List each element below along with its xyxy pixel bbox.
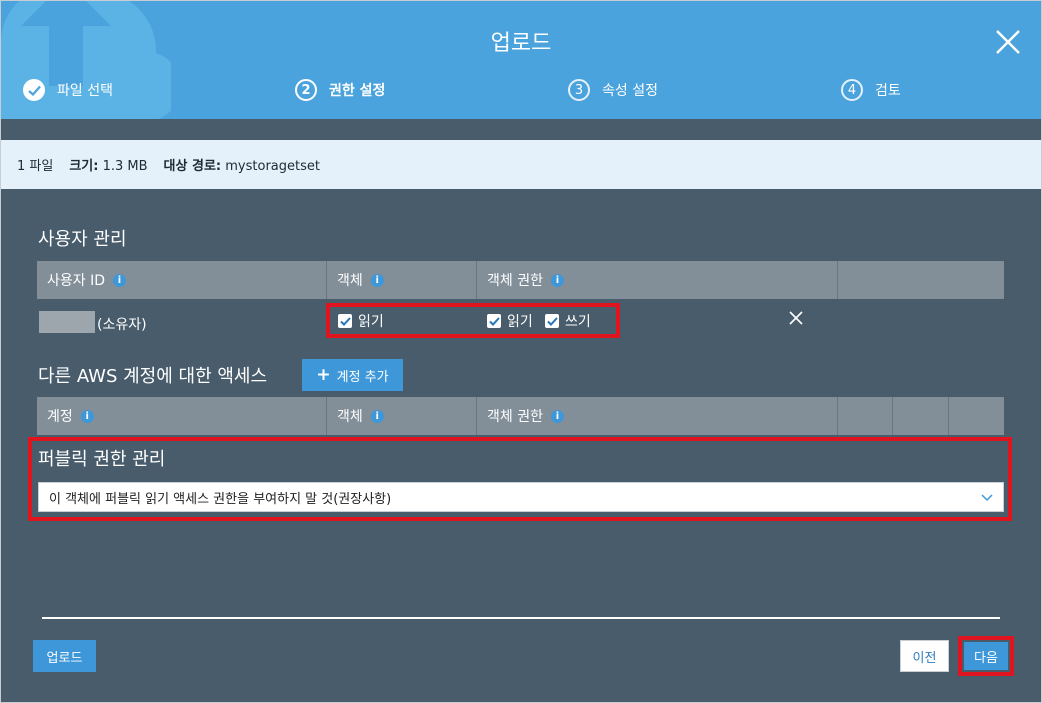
column-empty <box>893 397 949 435</box>
column-object-permissions: 객체 권한 i <box>477 261 838 299</box>
public-permissions-select[interactable]: 이 객체에 퍼블릭 읽기 액세스 권한을 부여하지 말 것(권장사항) <box>38 482 1004 512</box>
checkbox-checked-icon <box>338 314 352 328</box>
remove-icon[interactable] <box>789 311 803 325</box>
step-select-files[interactable]: 파일 선택 <box>23 79 113 101</box>
info-icon[interactable]: i <box>550 273 564 287</box>
step-label: 속성 설정 <box>602 83 658 99</box>
other-accounts-title: 다른 AWS 계정에 대한 액세스 <box>38 366 268 387</box>
column-object: 객체 i <box>327 397 477 435</box>
step-set-properties[interactable]: 3 속성 설정 <box>568 79 658 101</box>
size-label: 크기: <box>69 159 99 174</box>
column-object: 객체 i <box>327 261 477 299</box>
previous-button[interactable]: 이전 <box>900 640 949 672</box>
public-permissions-title: 퍼블릭 권한 관리 <box>38 449 166 470</box>
info-icon[interactable]: i <box>370 273 384 287</box>
checkbox-checked-icon <box>487 314 501 328</box>
accounts-table-header: 계정 i 객체 i 객체 권한 i <box>37 397 1004 435</box>
add-account-button[interactable]: + 계정 추가 <box>302 359 403 391</box>
size-value: 1.3 MB <box>102 159 148 174</box>
permission-read-checkbox[interactable]: 읽기 <box>487 311 533 331</box>
column-empty <box>838 397 893 435</box>
object-read-checkbox[interactable]: 읽기 <box>338 311 384 331</box>
plus-icon: + <box>316 365 331 385</box>
user-management-title: 사용자 관리 <box>38 229 127 250</box>
user-table-header: 사용자 ID i 객체 i 객체 권한 i <box>37 261 1004 299</box>
step-label: 검토 <box>875 83 901 99</box>
step-number: 4 <box>841 79 863 101</box>
dialog-header: 업로드 파일 선택 2 권한 설정 3 속성 설정 4 검토 <box>1 1 1041 119</box>
column-account: 계정 i <box>37 397 327 435</box>
chevron-down-icon <box>981 494 993 502</box>
next-button[interactable]: 다음 <box>964 642 1008 670</box>
upload-button[interactable]: 업로드 <box>33 640 96 672</box>
step-label: 파일 선택 <box>57 83 113 99</box>
checkmark-icon <box>23 79 45 101</box>
footer-divider <box>42 617 1000 619</box>
column-empty <box>838 261 1004 299</box>
upload-summary-bar: 1 파일 크기: 1.3 MB 대상 경로: mystoragetset <box>1 140 1041 189</box>
file-count: 1 파일 <box>17 159 54 174</box>
close-icon[interactable] <box>993 27 1023 57</box>
step-number: 2 <box>295 79 317 101</box>
column-empty <box>949 397 1004 435</box>
dialog-title: 업로드 <box>490 31 552 56</box>
step-set-permissions[interactable]: 2 권한 설정 <box>295 79 385 101</box>
column-object-permissions: 객체 권한 i <box>477 397 838 435</box>
select-value: 이 객체에 퍼블릭 읽기 액세스 권한을 부여하지 말 것(권장사항) <box>49 491 392 507</box>
wizard-steps: 파일 선택 2 권한 설정 3 속성 설정 4 검토 <box>1 79 1041 109</box>
target-label: 대상 경로: <box>163 159 222 174</box>
column-user-id: 사용자 ID i <box>37 261 327 299</box>
upload-dialog: 업로드 파일 선택 2 권한 설정 3 속성 설정 4 검토 1 파일 크기: … <box>0 0 1042 703</box>
step-review[interactable]: 4 검토 <box>841 79 901 101</box>
checkbox-checked-icon <box>545 314 559 328</box>
step-label: 권한 설정 <box>329 83 386 99</box>
target-value: mystoragetset <box>225 159 320 174</box>
owner-label: (소유자) <box>97 317 147 333</box>
redacted-user-id <box>39 311 95 333</box>
info-icon[interactable]: i <box>550 409 564 423</box>
info-icon[interactable]: i <box>370 409 384 423</box>
permission-write-checkbox[interactable]: 쓰기 <box>545 311 591 331</box>
step-number: 3 <box>568 79 590 101</box>
info-icon[interactable]: i <box>113 273 126 287</box>
user-row-owner: (소유자) 읽기 읽기 쓰기 <box>37 299 1004 343</box>
info-icon[interactable]: i <box>80 409 94 423</box>
